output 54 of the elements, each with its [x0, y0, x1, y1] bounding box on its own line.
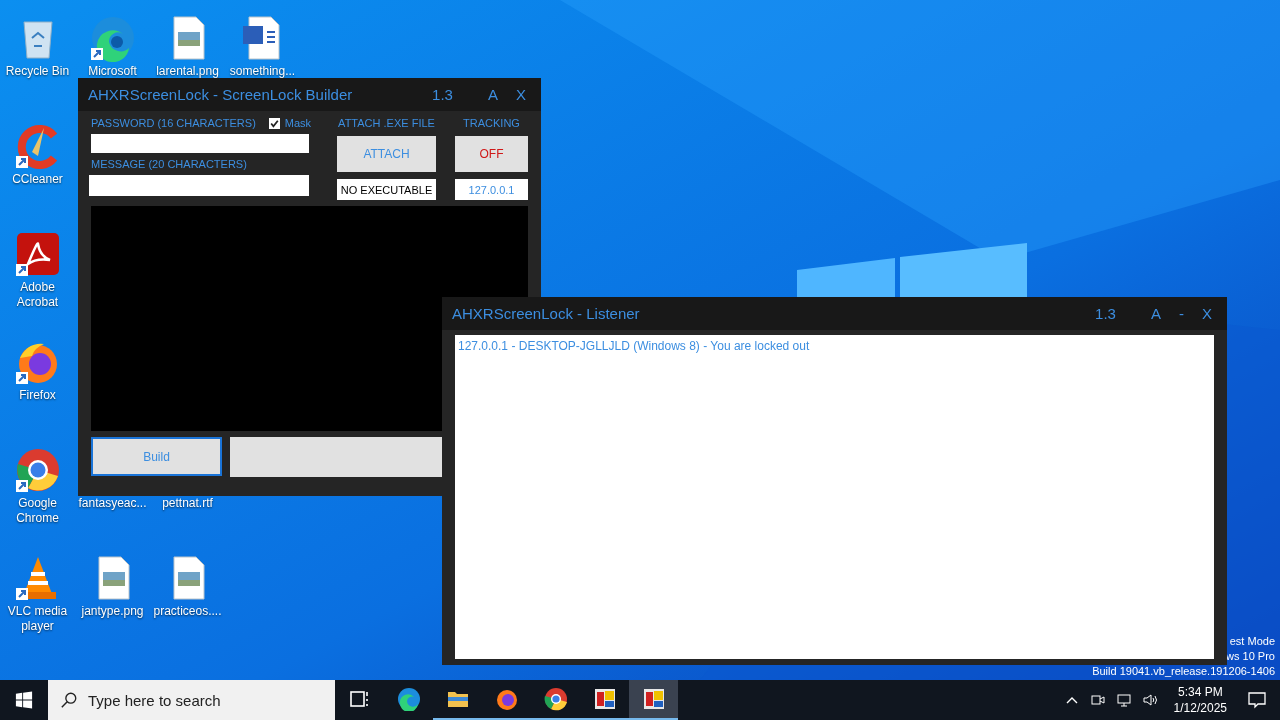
window-title: AHXRScreenLock - Listener	[452, 305, 641, 322]
icon-label: pettnat.rtf	[161, 496, 214, 511]
password-field[interactable]	[91, 134, 309, 153]
clock[interactable]: 5:34 PM 1/12/2025	[1173, 684, 1227, 716]
attach-button[interactable]: ATTACH	[337, 136, 436, 172]
icon-label: Microsoft	[87, 64, 138, 79]
checkbox-label: Mask	[284, 117, 312, 129]
window-button[interactable]: A	[482, 86, 503, 103]
taskbar-app[interactable]	[629, 680, 678, 720]
clock-date: 1/12/2025	[1173, 700, 1227, 716]
icon-label: Adobe Acrobat	[15, 280, 60, 310]
tracking-ip: 127.0.0.1	[455, 179, 528, 200]
app-icon	[592, 687, 617, 711]
app-icon	[641, 687, 666, 711]
field-label: PASSWORD (16 CHARACTERS)	[91, 117, 256, 129]
icon-label: Firefox	[18, 388, 57, 403]
close-button[interactable]: X	[511, 86, 531, 103]
search-icon	[60, 691, 78, 709]
field-label: MESSAGE (20 CHARACTERS)	[91, 158, 248, 170]
search-field[interactable]: Type here to search	[48, 680, 335, 720]
window-title: AHXRScreenLock - ScreenLock Builder	[88, 86, 354, 103]
browser-icon	[396, 687, 421, 711]
clock-time: 5:34 PM	[1177, 684, 1223, 700]
icon-label: larental.png	[155, 64, 220, 79]
browser-icon[interactable]	[13, 446, 62, 494]
browser-icon	[543, 687, 568, 711]
mask-checkbox[interactable]	[268, 117, 280, 129]
icon-label: jantype.png	[80, 604, 145, 619]
section-label: ATTACH .EXE FILE	[338, 117, 435, 129]
windows-watermark-text: Build 19041.vb_release.191206-1406	[1092, 664, 1275, 679]
notification-icon[interactable]	[1247, 690, 1267, 710]
window-button[interactable]: -	[1174, 305, 1189, 322]
close-button[interactable]: X	[1197, 305, 1217, 322]
icon-label: Google Chrome	[15, 496, 60, 526]
icon-label: VLC media player	[6, 604, 69, 634]
tracking-toggle[interactable]: OFF	[455, 136, 528, 172]
windows-watermark-text: est Mode	[1229, 634, 1275, 649]
message-field[interactable]	[89, 175, 309, 196]
icon-label: something...	[228, 64, 297, 79]
icon-label: fantasyeac...	[77, 496, 148, 511]
build-button[interactable]: Build	[91, 437, 222, 476]
icon-label: CCleaner	[11, 172, 64, 187]
section-label: TRACKING	[463, 117, 520, 129]
icon-label: practiceos....	[152, 604, 223, 619]
executable-status: NO EXECUTABLE	[337, 179, 436, 200]
start-icon[interactable]	[15, 691, 33, 709]
window-button[interactable]: A	[1145, 305, 1166, 322]
version-label: 1.3	[432, 86, 453, 103]
pdf-app-icon[interactable]	[13, 230, 62, 278]
log-line: 127.0.0.1 - DESKTOP-JGLLJLD (Windows 8) - You are locked out	[458, 339, 811, 353]
icon-label: Recycle Bin	[4, 64, 71, 79]
version-label: 1.3	[1095, 305, 1116, 322]
browser-icon[interactable]	[88, 14, 137, 62]
fox-browser-icon	[494, 687, 519, 711]
